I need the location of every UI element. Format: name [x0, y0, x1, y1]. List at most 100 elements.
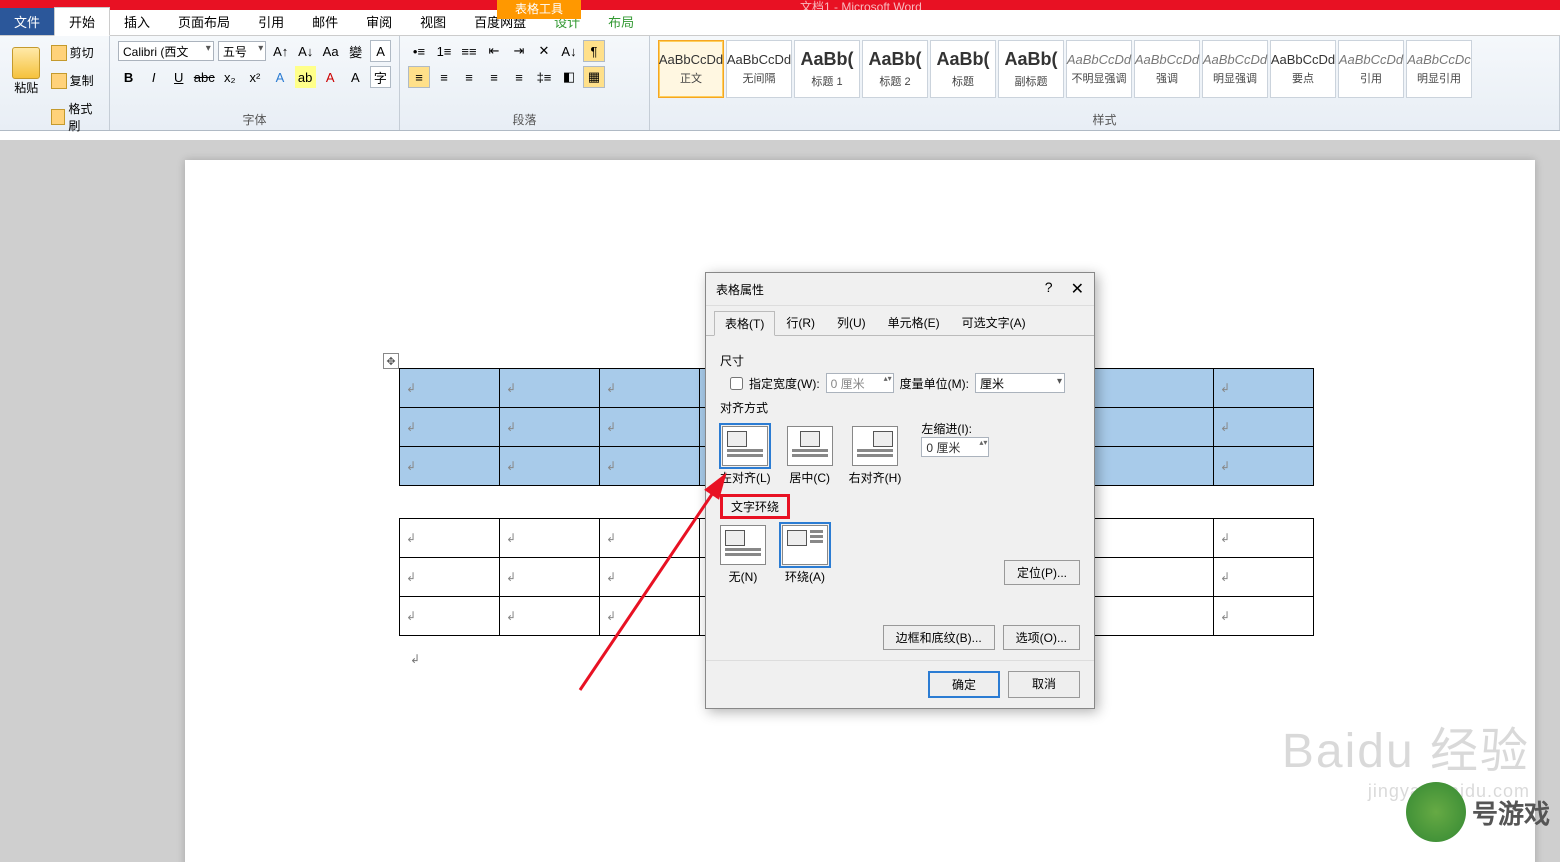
- group-clipboard: 粘贴 剪切 复制 格式刷 剪贴板: [0, 36, 110, 130]
- asian-layout-button[interactable]: ✕: [533, 40, 555, 62]
- style-正文[interactable]: AaBbCcDd正文: [658, 40, 724, 98]
- indent-label: 左缩进(I):: [921, 420, 989, 437]
- italic-button[interactable]: I: [143, 66, 164, 88]
- group-font: Calibri (西文 五号 A↑ A↓ Aa 變 A B I U abc x₂…: [110, 36, 400, 130]
- underline-button[interactable]: U: [168, 66, 189, 88]
- tab-references[interactable]: 引用: [244, 8, 298, 35]
- group-styles: AaBbCcDd正文AaBbCcDd无间隔AaBb(标题 1AaBb(标题 2A…: [650, 36, 1560, 130]
- line-spacing-button[interactable]: ‡≡: [533, 66, 555, 88]
- style-无间隔[interactable]: AaBbCcDd无间隔: [726, 40, 792, 98]
- style-不明显强调[interactable]: AaBbCcDd不明显强调: [1066, 40, 1132, 98]
- indent-spinner[interactable]: 0 厘米: [921, 437, 989, 457]
- align-right-button[interactable]: ≡: [458, 66, 480, 88]
- positioning-button[interactable]: 定位(P)...: [1004, 560, 1080, 585]
- align-distribute-button[interactable]: ≡: [508, 66, 530, 88]
- dlgtab-table[interactable]: 表格(T): [714, 311, 775, 336]
- highlight-button[interactable]: ab: [295, 66, 316, 88]
- align-right-label: 右对齐(H): [849, 469, 902, 486]
- style-标题[interactable]: AaBb(标题: [930, 40, 996, 98]
- dlgtab-cell[interactable]: 单元格(E): [877, 310, 951, 335]
- format-painter-button[interactable]: 格式刷: [51, 100, 101, 134]
- borders-shading-button[interactable]: 边框和底纹(B)...: [883, 625, 995, 650]
- unit-label: 度量单位(M):: [900, 375, 969, 392]
- paste-label: 粘贴: [14, 79, 38, 96]
- font-size-combo[interactable]: 五号: [218, 41, 266, 61]
- tab-home[interactable]: 开始: [54, 7, 110, 36]
- dec-indent-button[interactable]: ⇤: [483, 40, 505, 62]
- width-spinner[interactable]: 0 厘米: [826, 373, 894, 393]
- dlgtab-row[interactable]: 行(R): [775, 310, 826, 335]
- game-watermark-text: 号游戏: [1472, 794, 1550, 831]
- wrap-around-label: 环绕(A): [785, 568, 825, 585]
- align-center-button[interactable]: ≡: [433, 66, 455, 88]
- wrap-around-option[interactable]: 环绕(A): [782, 525, 828, 585]
- copy-button[interactable]: 复制: [51, 72, 101, 89]
- help-button[interactable]: ?: [1045, 279, 1053, 299]
- tab-view[interactable]: 视图: [406, 8, 460, 35]
- doc-title: 文档1 - Microsoft Word: [800, 0, 922, 15]
- paste-button[interactable]: 粘贴: [8, 40, 45, 96]
- scissors-icon: [51, 45, 67, 61]
- tab-table-layout[interactable]: 布局: [594, 8, 648, 35]
- font-color-button[interactable]: A: [320, 66, 341, 88]
- show-marks-button[interactable]: ¶: [583, 40, 605, 62]
- dlgtab-alt[interactable]: 可选文字(A): [951, 310, 1037, 335]
- cancel-button[interactable]: 取消: [1008, 671, 1080, 698]
- dlgtab-col[interactable]: 列(U): [826, 310, 877, 335]
- grow-font-button[interactable]: A↑: [270, 40, 291, 62]
- group-label-font: 字体: [118, 109, 391, 128]
- style-明显强调[interactable]: AaBbCcDd明显强调: [1202, 40, 1268, 98]
- format-label: 格式刷: [68, 100, 101, 134]
- char-shading-button[interactable]: A: [345, 66, 366, 88]
- style-强调[interactable]: AaBbCcDd强调: [1134, 40, 1200, 98]
- close-button[interactable]: ✕: [1071, 279, 1084, 299]
- unit-combo[interactable]: 厘米: [975, 373, 1065, 393]
- align-center-label: 居中(C): [789, 469, 830, 486]
- font-name-combo[interactable]: Calibri (西文: [118, 41, 214, 61]
- subscript-button[interactable]: x₂: [219, 66, 240, 88]
- style-明显引用[interactable]: AaBbCcDc明显引用: [1406, 40, 1472, 98]
- numbering-button[interactable]: 1≡: [433, 40, 455, 62]
- align-left-option[interactable]: 左对齐(L): [720, 426, 771, 486]
- cut-button[interactable]: 剪切: [51, 44, 101, 61]
- options-button[interactable]: 选项(O)...: [1003, 625, 1080, 650]
- shading-button[interactable]: ◧: [558, 66, 580, 88]
- char-border-button[interactable]: A: [370, 40, 391, 62]
- text-effects-button[interactable]: A: [269, 66, 290, 88]
- size-section-label: 尺寸: [720, 352, 1080, 369]
- ok-button[interactable]: 确定: [928, 671, 1000, 698]
- tab-review[interactable]: 审阅: [352, 8, 406, 35]
- sort-button[interactable]: A↓: [558, 40, 580, 62]
- wrap-none-option[interactable]: 无(N): [720, 525, 766, 585]
- width-label: 指定宽度(W):: [749, 375, 820, 392]
- brush-icon: [51, 109, 66, 125]
- tab-insert[interactable]: 插入: [110, 8, 164, 35]
- enclose-char-button[interactable]: 字: [370, 66, 391, 88]
- dialog-titlebar[interactable]: 表格属性 ? ✕: [706, 273, 1094, 306]
- tab-mailings[interactable]: 邮件: [298, 8, 352, 35]
- strike-button[interactable]: abc: [193, 66, 215, 88]
- borders-button[interactable]: ▦: [583, 66, 605, 88]
- table-move-handle[interactable]: ✥: [383, 353, 399, 369]
- width-checkbox[interactable]: [730, 377, 743, 390]
- align-right-option[interactable]: 右对齐(H): [849, 426, 902, 486]
- style-标题 2[interactable]: AaBb(标题 2: [862, 40, 928, 98]
- tab-pagelayout[interactable]: 页面布局: [164, 8, 244, 35]
- inc-indent-button[interactable]: ⇥: [508, 40, 530, 62]
- style-引用[interactable]: AaBbCcDd引用: [1338, 40, 1404, 98]
- multilevel-button[interactable]: ≡≡: [458, 40, 480, 62]
- wrap-none-label: 无(N): [729, 568, 758, 585]
- style-副标题[interactable]: AaBb(副标题: [998, 40, 1064, 98]
- superscript-button[interactable]: x²: [244, 66, 265, 88]
- shrink-font-button[interactable]: A↓: [295, 40, 316, 62]
- align-left-button[interactable]: ≡: [408, 66, 430, 88]
- style-要点[interactable]: AaBbCcDd要点: [1270, 40, 1336, 98]
- tab-file[interactable]: 文件: [0, 8, 54, 35]
- bullets-button[interactable]: •≡: [408, 40, 430, 62]
- phonetic-guide-button[interactable]: 變: [345, 40, 366, 62]
- align-justify-button[interactable]: ≡: [483, 66, 505, 88]
- align-center-option[interactable]: 居中(C): [787, 426, 833, 486]
- change-case-button[interactable]: Aa: [320, 40, 341, 62]
- style-标题 1[interactable]: AaBb(标题 1: [794, 40, 860, 98]
- bold-button[interactable]: B: [118, 66, 139, 88]
